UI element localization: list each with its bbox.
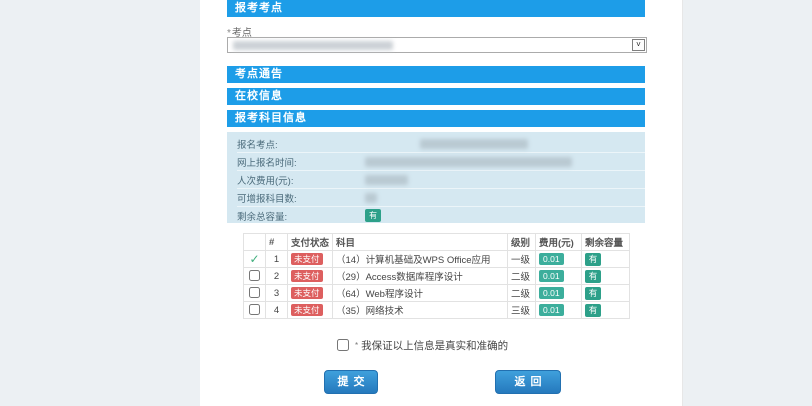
page-background: 报考考点 *考点 ˅ 考点通告 在校信息 报考科目信息 报名考点: 网上报名时间… <box>0 0 812 406</box>
selected-check-icon: ✓ <box>249 252 259 266</box>
capacity-button[interactable]: 有 <box>585 253 601 266</box>
subject-level: 二级 <box>508 268 536 285</box>
info-row-site: 报名考点: <box>237 135 645 153</box>
info-row-capacity: 剩余总容量: 有 <box>237 207 645 225</box>
table-header-row: # 支付状态 科目 级别 费用(元) 剩余容量 <box>244 234 630 251</box>
table-row: 2 未支付 （29）Access数据库程序设计 二级 0.01 有 <box>244 268 630 285</box>
subject-level: 一级 <box>508 251 536 268</box>
table-row: ✓ 1 未支付 （14）计算机基础及WPS Office应用 一级 0.01 有 <box>244 251 630 268</box>
required-mark: * <box>355 341 358 350</box>
info-label-capacity: 剩余总容量: <box>237 212 287 223</box>
redacted-value <box>365 175 408 185</box>
payment-status-badge: 未支付 <box>291 287 323 299</box>
redacted-value <box>365 193 377 203</box>
redacted-selected-value <box>233 41 393 50</box>
table-row: 4 未支付 （35）网络技术 三级 0.01 有 <box>244 302 630 319</box>
fee-badge: 0.01 <box>539 253 564 265</box>
subject-table: # 支付状态 科目 级别 费用(元) 剩余容量 ✓ 1 未支付 （14）计算机基… <box>243 233 630 319</box>
subject-column-header: 科目 <box>333 234 508 251</box>
subject-level: 三级 <box>508 302 536 319</box>
row-index: 2 <box>266 268 288 285</box>
info-label-extra-subjects: 可增报科目数: <box>237 194 297 205</box>
fee-badge: 0.01 <box>539 304 564 316</box>
payment-status-badge: 未支付 <box>291 270 323 282</box>
capacity-available-badge: 有 <box>365 209 381 222</box>
agreement-checkbox[interactable] <box>337 339 349 351</box>
exam-site-info-panel: 报名考点: 网上报名时间: 人次费用(元): 可增报科目数: 剩余总容量: 有 <box>227 132 645 223</box>
submit-button[interactable]: 提交 <box>324 370 378 394</box>
back-button[interactable]: 返回 <box>495 370 561 394</box>
capacity-button[interactable]: 有 <box>585 270 601 283</box>
subject-name: （29）Access数据库程序设计 <box>333 268 508 285</box>
capacity-button[interactable]: 有 <box>585 287 601 300</box>
info-label-fee: 人次费用(元): <box>237 176 293 187</box>
row-index: 1 <box>266 251 288 268</box>
accordion-school-info[interactable]: 在校信息 <box>227 88 645 105</box>
payment-status-badge: 未支付 <box>291 253 323 265</box>
section-header-exam-site: 报考考点 <box>227 0 645 17</box>
subject-name: （35）网络技术 <box>333 302 508 319</box>
agreement-row: * 我保证以上信息是真实和准确的 <box>337 338 508 352</box>
exam-site-select[interactable]: ˅ <box>227 37 647 53</box>
redacted-value <box>365 157 572 167</box>
capacity-column-header: 剩余容量 <box>582 234 630 251</box>
fee-badge: 0.01 <box>539 270 564 282</box>
level-column-header: 级别 <box>508 234 536 251</box>
form-content-area: 报考考点 *考点 ˅ 考点通告 在校信息 报考科目信息 报名考点: 网上报名时间… <box>200 0 683 406</box>
status-column-header: 支付状态 <box>288 234 333 251</box>
subject-level: 二级 <box>508 285 536 302</box>
row-index: 3 <box>266 285 288 302</box>
row-index: 4 <box>266 302 288 319</box>
table-row: 3 未支付 （64）Web程序设计 二级 0.01 有 <box>244 285 630 302</box>
accordion-subject-info[interactable]: 报考科目信息 <box>227 110 645 127</box>
accordion-site-notice[interactable]: 考点通告 <box>227 66 645 83</box>
info-label-site: 报名考点: <box>237 140 278 151</box>
chevron-down-icon[interactable]: ˅ <box>632 39 645 51</box>
index-column-header: # <box>266 234 288 251</box>
info-label-time: 网上报名时间: <box>237 158 297 169</box>
row-select-checkbox[interactable] <box>249 287 260 298</box>
payment-status-badge: 未支付 <box>291 304 323 316</box>
row-select-checkbox[interactable] <box>249 270 260 281</box>
row-select-checkbox[interactable] <box>249 304 260 315</box>
fee-badge: 0.01 <box>539 287 564 299</box>
subject-name: （64）Web程序设计 <box>333 285 508 302</box>
capacity-button[interactable]: 有 <box>585 304 601 317</box>
select-column-header <box>244 234 266 251</box>
info-row-extra-subjects: 可增报科目数: <box>237 189 645 207</box>
info-row-time: 网上报名时间: <box>237 153 645 171</box>
agreement-text: 我保证以上信息是真实和准确的 <box>361 338 508 353</box>
redacted-value <box>420 139 528 149</box>
fee-column-header: 费用(元) <box>536 234 582 251</box>
info-row-fee: 人次费用(元): <box>237 171 645 189</box>
subject-name: （14）计算机基础及WPS Office应用 <box>333 251 508 268</box>
